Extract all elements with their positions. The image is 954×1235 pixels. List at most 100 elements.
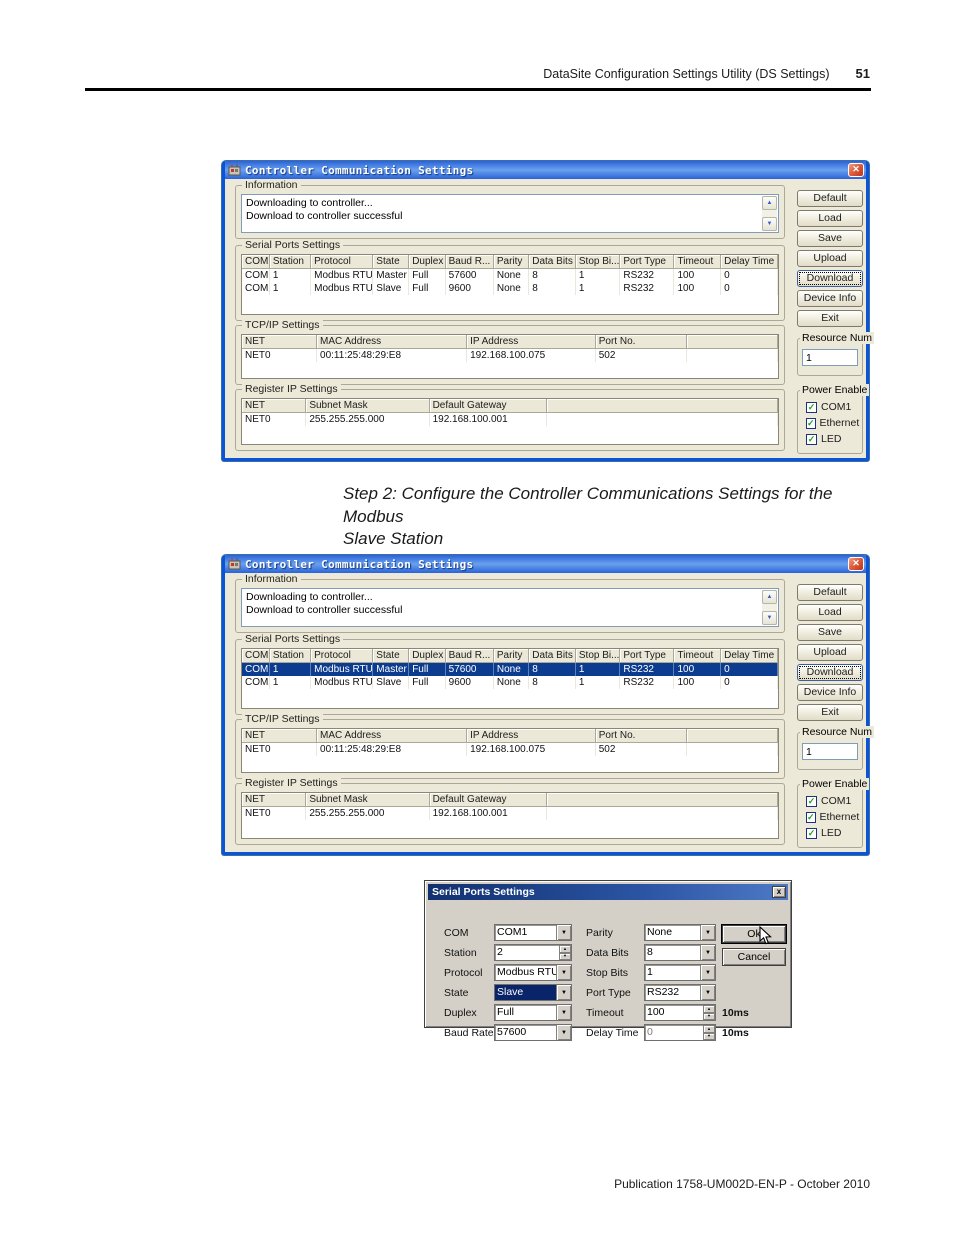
table-header-cell[interactable]: Timeout <box>674 649 721 663</box>
chevron-down-icon[interactable]: ▼ <box>700 985 715 1000</box>
table-header-cell[interactable]: Port No. <box>596 729 687 743</box>
table-header-cell[interactable]: NET <box>242 729 317 743</box>
save-button[interactable]: Save <box>797 230 863 247</box>
spin-down-icon[interactable]: ▼ <box>703 1033 715 1041</box>
table-header-cell[interactable]: NET <box>242 793 306 807</box>
table-header-cell[interactable]: Port Type <box>620 649 674 663</box>
table-header-cell[interactable]: Stop Bi... <box>576 255 620 269</box>
table-header-cell[interactable]: Duplex <box>409 255 445 269</box>
table-row[interactable]: NET0255.255.255.000192.168.100.001 <box>242 807 778 820</box>
resource-num-input[interactable]: 1 <box>802 349 858 366</box>
table-header-cell[interactable]: IP Address <box>467 729 596 743</box>
checkbox-com1[interactable]: ✓COM1 <box>806 401 858 413</box>
ok-button[interactable]: Ok <box>722 925 786 943</box>
checkbox-com1[interactable]: ✓COM1 <box>806 795 858 807</box>
table-row[interactable]: COM11Modbus RTUMasterFull57600None81RS23… <box>242 663 778 676</box>
table-header-cell[interactable]: Timeout <box>674 255 721 269</box>
table-header-cell[interactable]: Port Type <box>620 255 674 269</box>
port-type-dropdown[interactable]: RS232▼ <box>644 984 716 1001</box>
field-value: 1 <box>645 965 700 980</box>
timeout-spinner[interactable]: 100▲▼ <box>644 1004 716 1021</box>
table-header-cell[interactable]: Duplex <box>409 649 445 663</box>
close-icon[interactable]: x <box>772 886 786 898</box>
table-row[interactable]: COM21Modbus RTUSlaveFull9600None81RS2321… <box>242 282 778 295</box>
table-header-cell[interactable]: Stop Bi... <box>576 649 620 663</box>
table-header-cell[interactable]: Default Gateway <box>430 793 548 807</box>
default-button[interactable]: Default <box>797 190 863 207</box>
exit-button[interactable]: Exit <box>797 310 863 327</box>
chevron-down-icon[interactable]: ▼ <box>700 925 715 940</box>
upload-button[interactable]: Upload <box>797 250 863 267</box>
table-header-cell[interactable]: IP Address <box>467 335 596 349</box>
stop-bits-dropdown[interactable]: 1▼ <box>644 964 716 981</box>
close-icon[interactable]: ✕ <box>848 163 864 177</box>
table-row[interactable]: NET0255.255.255.000192.168.100.001 <box>242 413 778 426</box>
table-header-cell[interactable]: Data Bits <box>529 255 576 269</box>
exit-button[interactable]: Exit <box>797 704 863 721</box>
download-button[interactable]: Download <box>797 270 863 287</box>
download-button[interactable]: Download <box>797 664 863 681</box>
scrollbar[interactable]: ▲ ▼ <box>762 590 777 625</box>
table-header-cell[interactable]: Parity <box>494 649 529 663</box>
information-log[interactable]: Downloading to controller... Download to… <box>241 588 779 627</box>
table-header-cell[interactable]: Data Bits <box>529 649 576 663</box>
scroll-up-icon[interactable]: ▲ <box>762 196 777 210</box>
scrollbar[interactable]: ▲ ▼ <box>762 196 777 231</box>
scroll-down-icon[interactable]: ▼ <box>762 611 777 625</box>
upload-button[interactable]: Upload <box>797 644 863 661</box>
scroll-up-icon[interactable]: ▲ <box>762 590 777 604</box>
parity-dropdown[interactable]: None▼ <box>644 924 716 941</box>
table-header-cell[interactable]: Port No. <box>596 335 687 349</box>
table-header-cell[interactable]: Default Gateway <box>430 399 548 413</box>
save-button[interactable]: Save <box>797 624 863 641</box>
window-titlebar[interactable]: Controller Communication Settings ✕ <box>225 555 866 573</box>
table-header-cell[interactable]: NET <box>242 335 317 349</box>
scroll-down-icon[interactable]: ▼ <box>762 217 777 231</box>
close-icon[interactable]: ✕ <box>848 557 864 571</box>
device-info-button[interactable]: Device Info <box>797 290 863 307</box>
table-header-cell[interactable]: Subnet Mask <box>306 793 429 807</box>
table-header-cell[interactable]: MAC Address <box>317 729 467 743</box>
table-header-cell[interactable]: Parity <box>494 255 529 269</box>
checkbox-led[interactable]: ✓LED <box>806 827 858 839</box>
checkbox-ethernet[interactable]: ✓Ethernet <box>806 811 858 823</box>
spin-up-icon[interactable]: ▲ <box>703 1025 715 1033</box>
table-row[interactable]: NET000:11:25:48:29:E8192.168.100.075502 <box>242 349 778 362</box>
device-info-button[interactable]: Device Info <box>797 684 863 701</box>
table-header-cell[interactable]: Station <box>270 255 311 269</box>
table-header-cell[interactable]: Delay Time <box>721 649 778 663</box>
data-bits-dropdown[interactable]: 8▼ <box>644 944 716 961</box>
window-titlebar[interactable]: Controller Communication Settings ✕ <box>225 161 866 179</box>
table-header-cell[interactable]: Delay Time <box>721 255 778 269</box>
table-header-cell[interactable]: State <box>373 649 409 663</box>
spin-up-icon[interactable]: ▲ <box>703 1005 715 1013</box>
table-header-cell[interactable]: COM <box>242 255 270 269</box>
table-header-cell[interactable]: Protocol <box>311 649 373 663</box>
checkbox-ethernet[interactable]: ✓Ethernet <box>806 417 858 429</box>
table-header-cell[interactable]: Protocol <box>311 255 373 269</box>
checkbox-led[interactable]: ✓LED <box>806 433 858 445</box>
spin-down-icon[interactable]: ▼ <box>703 1013 715 1021</box>
table-row[interactable]: COM21Modbus RTUSlaveFull9600None81RS2321… <box>242 676 778 689</box>
resource-num-input[interactable]: 1 <box>802 743 858 760</box>
table-header-cell[interactable]: Subnet Mask <box>306 399 429 413</box>
table-header-cell[interactable]: Station <box>270 649 311 663</box>
load-button[interactable]: Load <box>797 604 863 621</box>
table-row[interactable]: NET000:11:25:48:29:E8192.168.100.075502 <box>242 743 778 756</box>
table-header-cell[interactable]: NET <box>242 399 306 413</box>
delay-time-spinner[interactable]: 0▲▼ <box>644 1024 716 1041</box>
table-header-cell[interactable]: COM <box>242 649 270 663</box>
table-header-cell[interactable]: State <box>373 255 409 269</box>
load-button[interactable]: Load <box>797 210 863 227</box>
information-log[interactable]: Downloading to controller... Download to… <box>241 194 779 233</box>
chevron-down-icon[interactable]: ▼ <box>700 965 715 980</box>
chevron-down-icon[interactable]: ▼ <box>700 945 715 960</box>
cancel-button[interactable]: Cancel <box>722 948 786 966</box>
table-row[interactable]: COM11Modbus RTUMasterFull57600None81RS23… <box>242 269 778 282</box>
table-header-cell[interactable]: MAC Address <box>317 335 467 349</box>
default-button[interactable]: Default <box>797 584 863 601</box>
window-titlebar[interactable]: Serial Ports Settings x <box>428 884 788 900</box>
table-cell: 1 <box>270 282 311 295</box>
table-header-cell[interactable]: Baud R... <box>446 255 494 269</box>
table-header-cell[interactable]: Baud R... <box>446 649 494 663</box>
